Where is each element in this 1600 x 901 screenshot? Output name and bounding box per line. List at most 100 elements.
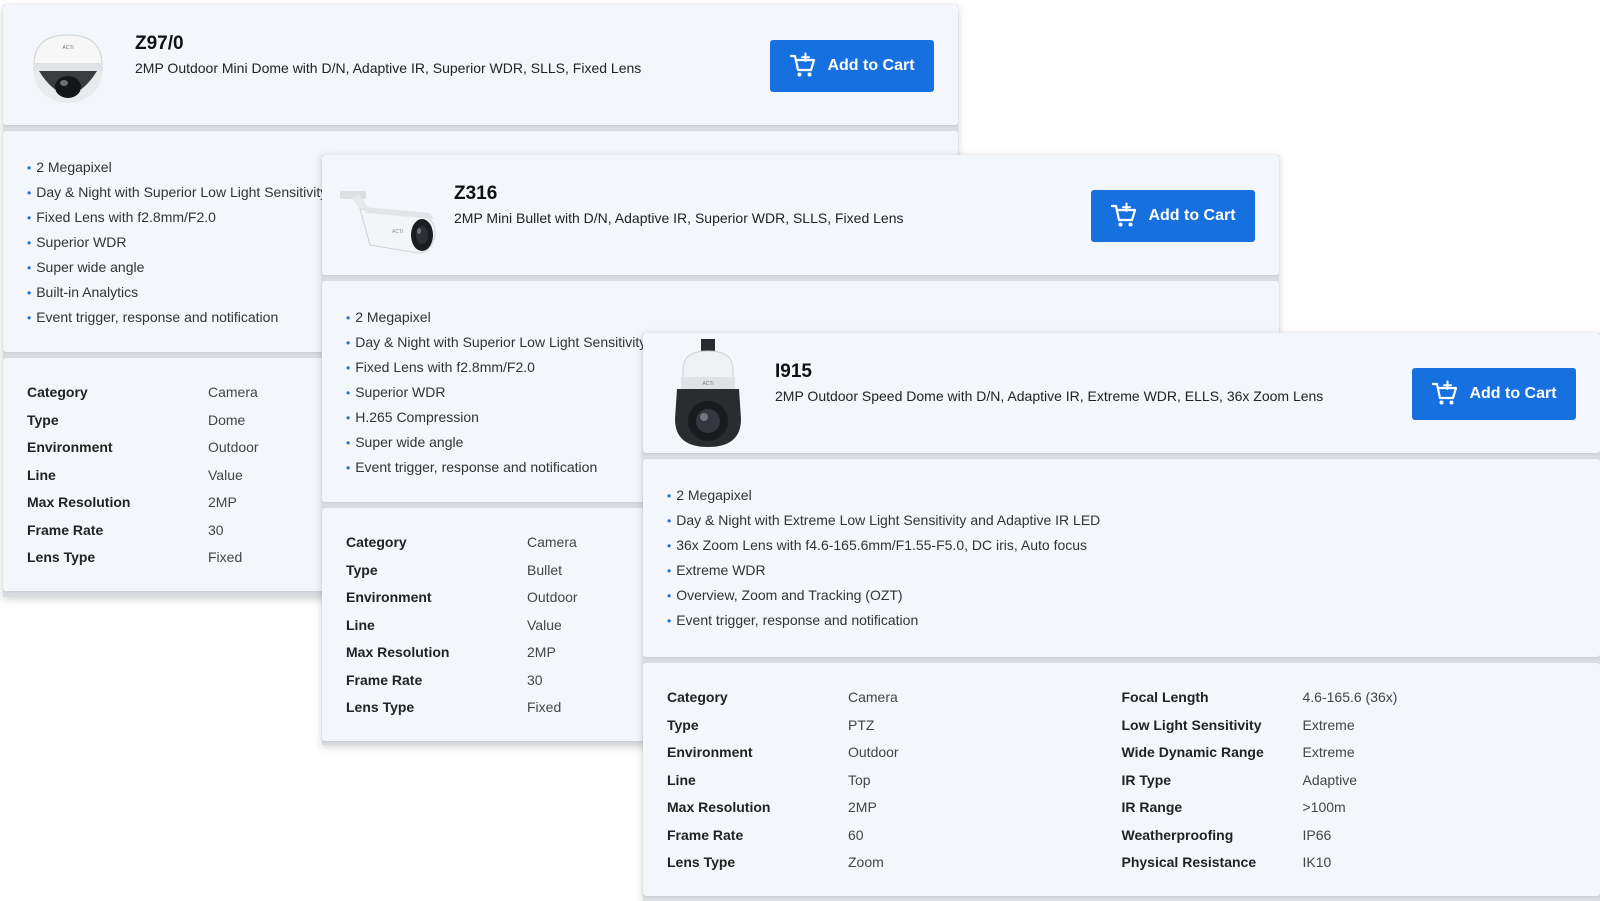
cart-icon [1431, 380, 1459, 408]
spec-label: Line [27, 466, 56, 483]
spec-row: Line Top [667, 770, 1122, 798]
spec-value: 4.6-165.6 (36x) [1302, 689, 1398, 705]
spec-row: Type PTZ [667, 715, 1122, 743]
spec-value: Fixed [208, 549, 243, 565]
spec-label: Lens Type [27, 549, 96, 565]
bullet-icon: • [346, 311, 351, 325]
bullet-icon: • [346, 361, 351, 375]
spec-value: 30 [527, 671, 543, 688]
spec-row: Lens Type Zoom [667, 852, 1122, 880]
spec-row: Category Camera [667, 687, 1122, 715]
add-to-cart-label: Add to Cart [1148, 207, 1236, 224]
bullet-icon: • [346, 461, 351, 475]
cart-icon [1110, 202, 1138, 230]
spec-row: Max Resolution 2MP [667, 797, 1122, 825]
spec-value: Bullet [527, 561, 563, 578]
spec-value: Fixed [527, 699, 562, 715]
svg-text:ACTi: ACTi [703, 381, 714, 387]
product-description: 2MP Outdoor Mini Dome with D/N, Adaptive… [135, 60, 642, 76]
spec-value: Outdoor [848, 744, 899, 760]
feature-item: • 2 Megapixel [667, 487, 752, 503]
bullet-icon: • [27, 211, 32, 225]
svg-text:ACTi: ACTi [63, 45, 74, 51]
spec-value: Outdoor [527, 589, 578, 605]
spec-column-right: Focal Length 4.6-165.6 (36x) Low Light Se… [1122, 687, 1577, 880]
bullet-icon: • [27, 161, 32, 175]
bullet-icon: • [27, 236, 32, 250]
feature-item: • Overview, Zoom and Tracking (OZT) [667, 587, 903, 603]
spec-label: Line [346, 616, 375, 633]
bullet-icon: • [346, 386, 351, 400]
spec-value: Value [527, 616, 562, 633]
product-header: ACTi Z97/0 2MP Outdoor Mini Dome with D/… [3, 5, 958, 125]
spec-label: IR Type [1121, 771, 1172, 788]
svg-text:ACTi: ACTi [392, 229, 403, 235]
spec-label: Low Light Sensitivity [1121, 716, 1262, 733]
spec-value: Adaptive [1302, 771, 1357, 788]
bullet-icon: • [667, 489, 672, 503]
spec-label: Frame Rate [667, 826, 744, 843]
product-model: Z316 [454, 183, 498, 204]
spec-value: Value [208, 466, 243, 483]
bullet-camera-image: ACTi [340, 167, 436, 263]
spec-label: Type [346, 561, 378, 578]
spec-label: Max Resolution [667, 799, 771, 815]
bullet-icon: • [27, 186, 32, 200]
add-to-cart-label: Add to Cart [1469, 385, 1557, 402]
spec-label: Category [346, 534, 407, 550]
spec-label: Type [27, 411, 59, 428]
bullet-icon: • [667, 539, 672, 553]
spec-label: Weatherproofing [1121, 826, 1234, 843]
cart-icon [789, 52, 817, 80]
bullet-icon: • [27, 286, 32, 300]
spec-label: Frame Rate [346, 671, 423, 688]
spec-value: >100m [1302, 799, 1346, 815]
bullet-icon: • [346, 411, 351, 425]
spec-label: Max Resolution [27, 494, 131, 510]
spec-value: Zoom [848, 854, 884, 870]
spec-label: Environment [346, 589, 432, 605]
add-to-cart-button[interactable]: Add to Cart [770, 40, 934, 92]
spec-label: Environment [27, 439, 113, 455]
spec-label: Frame Rate [27, 521, 104, 538]
product-model: I915 [775, 361, 812, 382]
add-to-cart-label: Add to Cart [827, 57, 915, 74]
product-header: ACTi Z316 2MP Mini Bullet with D/N, Adap… [322, 155, 1279, 275]
add-to-cart-button[interactable]: Add to Cart [1412, 368, 1576, 420]
add-to-cart-button[interactable]: Add to Cart [1091, 190, 1255, 242]
spec-value: 2MP [848, 799, 877, 815]
product-card-i915: ACTi I915 2MP Outdoor Speed Dome with D/… [643, 333, 1600, 901]
spec-row: Wide Dynamic Range Extreme [1122, 742, 1577, 770]
bullet-icon: • [27, 311, 32, 325]
spec-value: Extreme [1302, 716, 1355, 733]
spec-table: Category Camera Type PTZ Environment Outdoo… [643, 663, 1600, 896]
spec-row: IR Range >100m [1122, 797, 1577, 825]
spec-label: Type [667, 716, 699, 733]
spec-value: PTZ [848, 716, 875, 733]
spec-row: IR Type Adaptive [1122, 770, 1577, 798]
bullet-icon: • [667, 564, 672, 578]
spec-value: 2MP [208, 494, 237, 510]
spec-row: Low Light Sensitivity Extreme [1122, 715, 1577, 743]
feature-item: • Extreme WDR [667, 562, 766, 578]
spec-label: Line [667, 771, 696, 788]
spec-value: Dome [208, 411, 246, 428]
spec-value: 30 [208, 521, 224, 538]
bullet-icon: • [346, 436, 351, 450]
spec-value: Top [848, 771, 871, 788]
spec-row: Environment Outdoor [667, 742, 1122, 770]
spec-value: IP66 [1302, 826, 1332, 843]
product-description: 2MP Outdoor Speed Dome with D/N, Adaptiv… [775, 388, 1324, 404]
spec-row: Frame Rate 60 [667, 825, 1122, 853]
spec-row: Focal Length 4.6-165.6 (36x) [1122, 687, 1577, 715]
spec-label: Focal Length [1121, 689, 1209, 705]
spec-column-left: Category Camera Type PTZ Environment Outdoo… [667, 687, 1122, 880]
bullet-icon: • [667, 614, 672, 628]
spec-value: Camera [527, 534, 577, 550]
bullet-icon: • [346, 336, 351, 350]
product-model: Z97/0 [135, 33, 184, 54]
feature-item: • 2 Megapixel [346, 309, 431, 325]
spec-value: Extreme [1302, 744, 1355, 760]
spec-value: 60 [848, 826, 864, 843]
speed-dome-camera-image: ACTi [663, 339, 753, 447]
